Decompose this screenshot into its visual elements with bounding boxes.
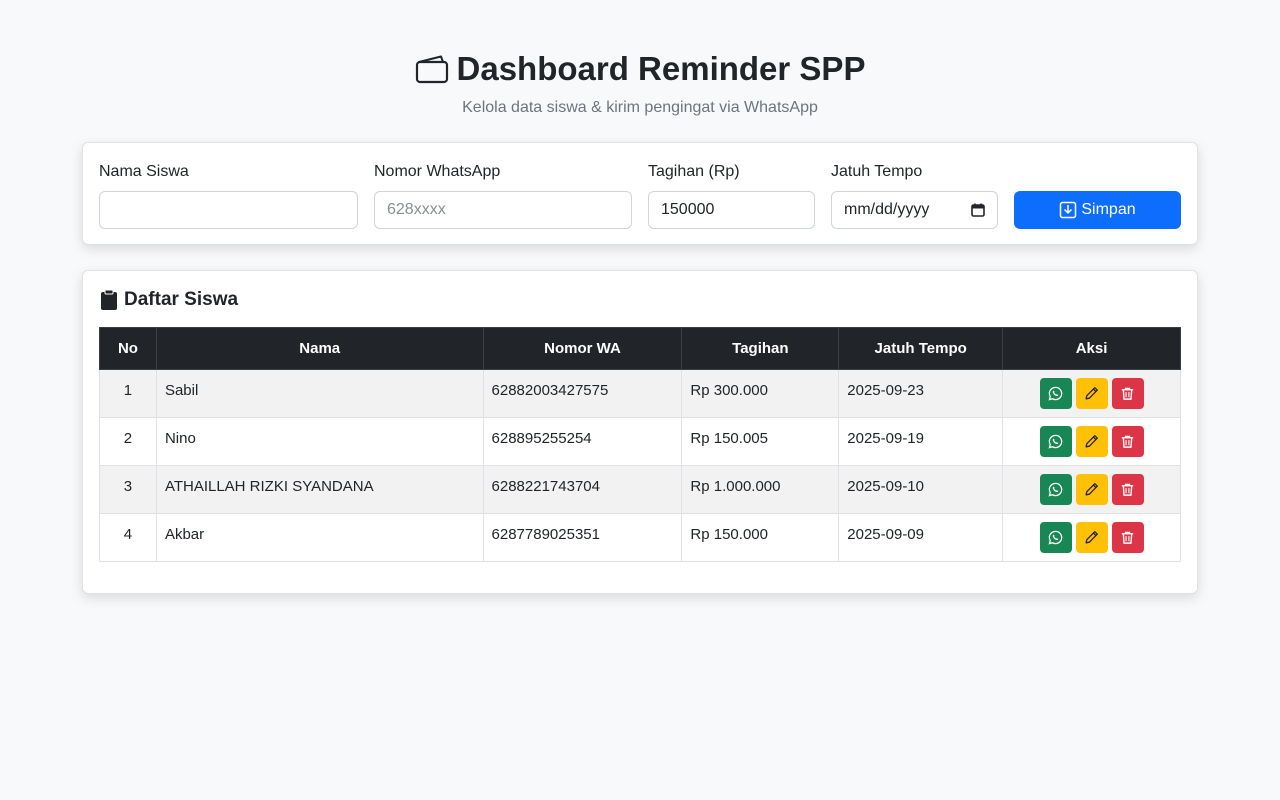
student-table: No Nama Nomor WA Tagihan Jatuh Tempo Aks…: [99, 327, 1181, 562]
list-title: Daftar Siswa: [100, 289, 238, 311]
wa-label: Nomor WhatsApp: [374, 163, 501, 180]
page-title: Dashboard Reminder SPP: [415, 50, 866, 88]
trash-icon: [1121, 531, 1134, 544]
col-header-name: Nama: [155, 327, 484, 370]
whatsapp-icon: [1048, 482, 1063, 497]
row-bill: Rp 150.000: [681, 513, 840, 562]
row-due: 2025-09-19: [838, 417, 1004, 466]
calendar-icon[interactable]: [971, 203, 985, 217]
delete-button[interactable]: [1111, 474, 1144, 505]
send-whatsapp-button[interactable]: [1039, 426, 1072, 457]
col-header-actions: Aksi: [1002, 327, 1181, 370]
row-name: Nino: [155, 417, 484, 466]
row-no: 3: [99, 465, 157, 514]
name-input[interactable]: [99, 191, 358, 229]
download-icon: [1060, 201, 1077, 219]
bill-input[interactable]: 150000: [648, 191, 815, 229]
save-button-label: Simpan: [1081, 201, 1136, 218]
col-header-no: No: [99, 327, 157, 370]
trash-icon: [1121, 387, 1134, 400]
table-row: 1 Sabil 62882003427575 Rp 300.000 2025-0…: [99, 369, 1181, 418]
row-wa: 6288221743704: [482, 465, 683, 514]
row-name: Sabil: [155, 369, 484, 418]
due-date-placeholder: mm/dd/yyyy: [844, 201, 930, 218]
whatsapp-icon: [1048, 386, 1063, 401]
row-actions: [1002, 513, 1181, 562]
pencil-icon: [1085, 435, 1098, 448]
delete-button[interactable]: [1111, 378, 1144, 409]
row-bill: Rp 300.000: [681, 369, 840, 418]
row-actions: [1002, 369, 1181, 418]
wallet-icon: [415, 55, 448, 84]
col-header-wa: Nomor WA: [482, 327, 683, 370]
table-row: 2 Nino 628895255254 Rp 150.005 2025-09-1…: [99, 417, 1181, 466]
edit-button[interactable]: [1075, 426, 1108, 457]
trash-icon: [1121, 483, 1134, 496]
row-wa: 6287789025351: [482, 513, 683, 562]
row-name: Akbar: [155, 513, 484, 562]
col-header-bill: Tagihan: [681, 327, 840, 370]
edit-button[interactable]: [1075, 522, 1108, 553]
edit-button[interactable]: [1075, 378, 1108, 409]
col-header-due: Jatuh Tempo: [838, 327, 1004, 370]
wa-field: Nomor WhatsApp 628xxxx: [374, 163, 632, 229]
pencil-icon: [1085, 483, 1098, 496]
row-wa: 628895255254: [482, 417, 683, 466]
row-due: 2025-09-23: [838, 369, 1004, 418]
page-title-text: Dashboard Reminder SPP: [456, 50, 866, 87]
table-row: 3 ATHAILLAH RIZKI SYANDANA 6288221743704…: [99, 465, 1181, 514]
row-bill: Rp 1.000.000: [681, 465, 840, 514]
list-title-text: Daftar Siswa: [124, 289, 239, 310]
wa-input[interactable]: 628xxxx: [374, 191, 632, 229]
clipboard-icon: [101, 289, 117, 310]
row-name: ATHAILLAH RIZKI SYANDANA: [155, 465, 484, 514]
row-no: 2: [99, 417, 157, 466]
row-actions: [1002, 417, 1181, 466]
row-no: 1: [99, 369, 157, 418]
edit-button[interactable]: [1075, 474, 1108, 505]
due-label: Jatuh Tempo: [831, 163, 923, 180]
send-whatsapp-button[interactable]: [1039, 522, 1072, 553]
name-field: Nama Siswa: [99, 163, 358, 229]
student-list-card: Daftar Siswa No Nama Nomor WA Tagihan Ja…: [82, 270, 1198, 594]
name-label: Nama Siswa: [99, 163, 189, 180]
table-row: 4 Akbar 6287789025351 Rp 150.000 2025-09…: [99, 513, 1181, 562]
row-wa: 62882003427575: [482, 369, 683, 418]
delete-button[interactable]: [1111, 426, 1144, 457]
row-no: 4: [99, 513, 157, 562]
page-header: Dashboard Reminder SPP Kelola data siswa…: [0, 0, 1280, 117]
pencil-icon: [1085, 531, 1098, 544]
row-due: 2025-09-10: [838, 465, 1004, 514]
due-field: Jatuh Tempo mm/dd/yyyy: [831, 163, 998, 229]
save-button[interactable]: Simpan: [1014, 191, 1181, 229]
send-whatsapp-button[interactable]: [1039, 378, 1072, 409]
trash-icon: [1121, 435, 1134, 448]
row-due: 2025-09-09: [838, 513, 1004, 562]
student-form-card: Nama Siswa Nomor WhatsApp 628xxxx Tagiha…: [82, 142, 1198, 245]
due-date-input[interactable]: mm/dd/yyyy: [831, 191, 998, 229]
whatsapp-icon: [1048, 434, 1063, 449]
whatsapp-icon: [1048, 530, 1063, 545]
pencil-icon: [1085, 387, 1098, 400]
bill-label: Tagihan (Rp): [648, 163, 740, 180]
bill-field: Tagihan (Rp) 150000: [648, 163, 815, 229]
page-subtitle: Kelola data siswa & kirim pengingat via …: [462, 99, 818, 116]
send-whatsapp-button[interactable]: [1039, 474, 1072, 505]
row-actions: [1002, 465, 1181, 514]
row-bill: Rp 150.005: [681, 417, 840, 466]
delete-button[interactable]: [1111, 522, 1144, 553]
table-header-row: No Nama Nomor WA Tagihan Jatuh Tempo Aks…: [99, 327, 1181, 370]
